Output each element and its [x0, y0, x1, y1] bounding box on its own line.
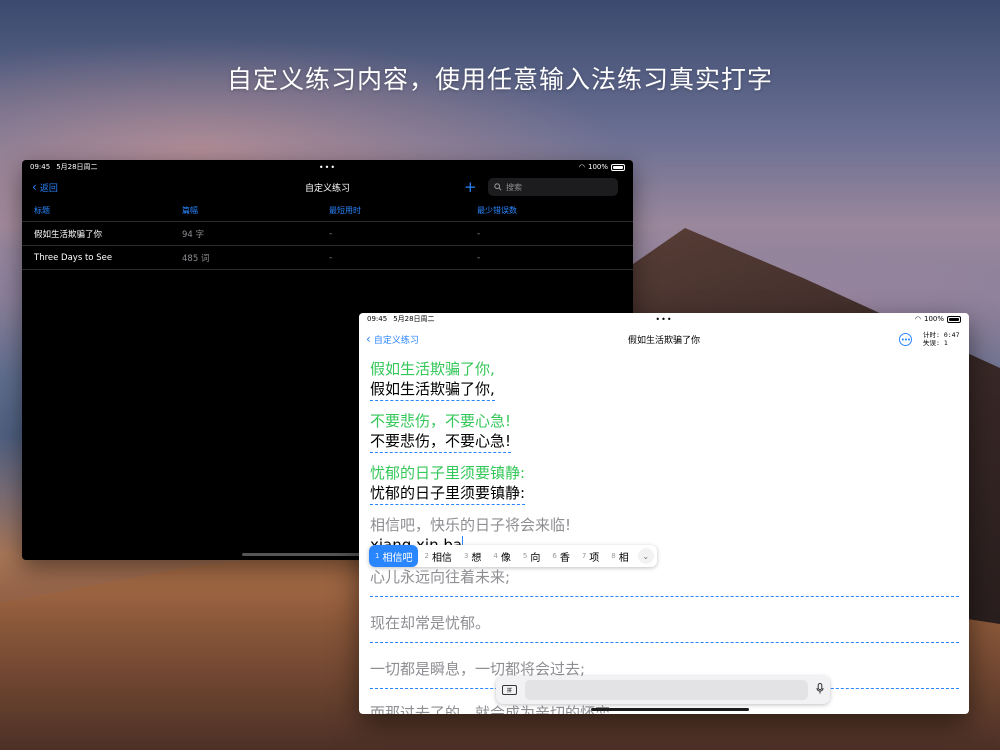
timer-readout: 计时: 0:47 [923, 331, 960, 339]
practice-line: 忧郁的日子里须要镇静: 忧郁的日子里须要镇静: [370, 463, 959, 505]
practice-content: 假如生活欺骗了你, 假如生活欺骗了你, 不要悲伤，不要心急! 不要悲伤，不要心急… [359, 353, 969, 714]
row-time: - [329, 252, 333, 263]
status-date: 5月28日周二 [56, 163, 98, 171]
typed-text[interactable]: 不要悲伤，不要心急! [370, 431, 512, 453]
row-errors: - [477, 228, 481, 239]
source-text: 相信吧，快乐的日子将会来临! [370, 516, 572, 534]
chevron-left-icon: ‹ [366, 332, 371, 346]
typed-text-empty[interactable] [370, 596, 959, 597]
ime-candidate[interactable]: 1 相信吧 [369, 545, 419, 567]
status-time: 09:45 [367, 315, 388, 323]
add-button[interactable]: + [464, 178, 477, 196]
row-length: 94 字 [182, 229, 205, 240]
row-length: 485 词 [182, 253, 210, 264]
practice-line: 假如生活欺骗了你, 假如生活欺骗了你, [370, 359, 959, 401]
wifi-icon: ◠ [578, 163, 585, 171]
column-header[interactable]: 最少错误数 [477, 205, 597, 216]
row-title: 假如生活欺骗了你 [34, 229, 103, 240]
search-icon [494, 183, 502, 191]
ime-candidate-bar: 1 相信吧 2 相信 3想 4像 5向 6香 7项 8相 ⌄ [369, 545, 657, 567]
row-errors: - [477, 252, 481, 263]
ime-candidate[interactable]: 5向 [517, 545, 546, 567]
nav-bar: ‹ 自定义练习 假如生活欺骗了你 ••• 计时: 0:47 失误: 1 [359, 325, 969, 353]
status-bar: 09:45 5月28日周二 ••• ◠ 100% [22, 160, 633, 174]
nav-bar: ‹ 返回 自定义练习 + 搜索 [22, 174, 633, 200]
ime-candidate[interactable]: 7项 [576, 545, 605, 567]
ime-candidate[interactable]: 6香 [546, 545, 575, 567]
practice-line: 心儿永远向往着未来; [370, 567, 959, 597]
microphone-icon[interactable] [816, 683, 824, 697]
status-bar: 09:45 5月28日周二 ••• ◠ 100% [359, 313, 969, 325]
light-ipad-window: 09:45 5月28日周二 ••• ◠ 100% ‹ 自定义练习 假如生活欺骗了… [359, 313, 969, 714]
keyboard-shortcut-bar: 拼 [496, 676, 830, 704]
multitask-dots[interactable]: ••• [319, 163, 336, 172]
row-title: Three Days to See [34, 252, 113, 263]
chevron-down-icon[interactable]: ⌄ [637, 548, 654, 564]
column-header[interactable]: 标题 [34, 205, 182, 216]
headline: 自定义练习内容，使用任意输入法练习真实打字 [226, 65, 773, 94]
home-indicator[interactable] [242, 553, 372, 556]
ime-candidate[interactable]: 3想 [458, 545, 487, 567]
chevron-left-icon: ‹ [32, 180, 37, 194]
ime-candidate[interactable]: 2 相信 [418, 545, 457, 567]
table-row[interactable]: Three Days to See 485 词 - - [22, 246, 633, 270]
battery-icon [947, 315, 961, 323]
more-options-icon[interactable]: ••• [899, 333, 912, 346]
typed-text[interactable]: 忧郁的日子里须要镇静: [370, 483, 526, 505]
battery-percent: 100% [587, 163, 608, 171]
wifi-icon: ◠ [914, 315, 921, 323]
search-placeholder: 搜索 [506, 182, 522, 192]
source-text: 不要悲伤，不要心急! [370, 412, 512, 430]
keyboard-suggestion-area [525, 680, 808, 700]
status-time: 09:45 [30, 163, 51, 171]
table-row[interactable]: 假如生活欺骗了你 94 字 - - [22, 222, 633, 246]
source-text: 现在却常是忧郁。 [370, 614, 491, 632]
ime-candidate[interactable]: 4像 [487, 545, 516, 567]
practice-line: 现在却常是忧郁。 [370, 613, 959, 643]
column-header[interactable]: 篇幅 [182, 205, 329, 216]
page-title: 自定义练习 [304, 183, 351, 194]
typed-text[interactable]: 假如生活欺骗了你, [370, 379, 495, 401]
source-text: 假如生活欺骗了你, [370, 360, 495, 378]
typed-text-empty[interactable] [370, 642, 959, 643]
back-button[interactable]: ‹ 返回 [32, 181, 58, 194]
multitask-dots[interactable]: ••• [655, 315, 672, 324]
source-text: 心儿永远向往着未来; [370, 568, 511, 586]
status-date: 5月28日周二 [393, 315, 435, 323]
search-input[interactable]: 搜索 [488, 178, 618, 196]
practice-line: 不要悲伤，不要心急! 不要悲伤，不要心急! [370, 411, 959, 453]
battery-icon [611, 163, 625, 171]
back-button-label: 返回 [39, 183, 58, 194]
battery-percent: 100% [923, 315, 944, 323]
practice-stats: 计时: 0:47 失误: 1 [923, 331, 959, 347]
page-title: 假如生活欺骗了你 [627, 335, 701, 346]
home-indicator[interactable] [591, 708, 749, 711]
row-time: - [329, 228, 333, 239]
back-button-label: 自定义练习 [373, 335, 419, 346]
error-count: 失误: 1 [923, 339, 948, 347]
ime-candidate[interactable]: 8相 [605, 545, 634, 567]
table-header: 标题 篇幅 最短用时 最少错误数 [22, 200, 633, 222]
column-header[interactable]: 最短用时 [329, 205, 477, 216]
back-button[interactable]: ‹ 自定义练习 [366, 333, 419, 346]
keyboard-icon[interactable]: 拼 [502, 685, 517, 695]
source-text: 忧郁的日子里须要镇静: [370, 464, 526, 482]
